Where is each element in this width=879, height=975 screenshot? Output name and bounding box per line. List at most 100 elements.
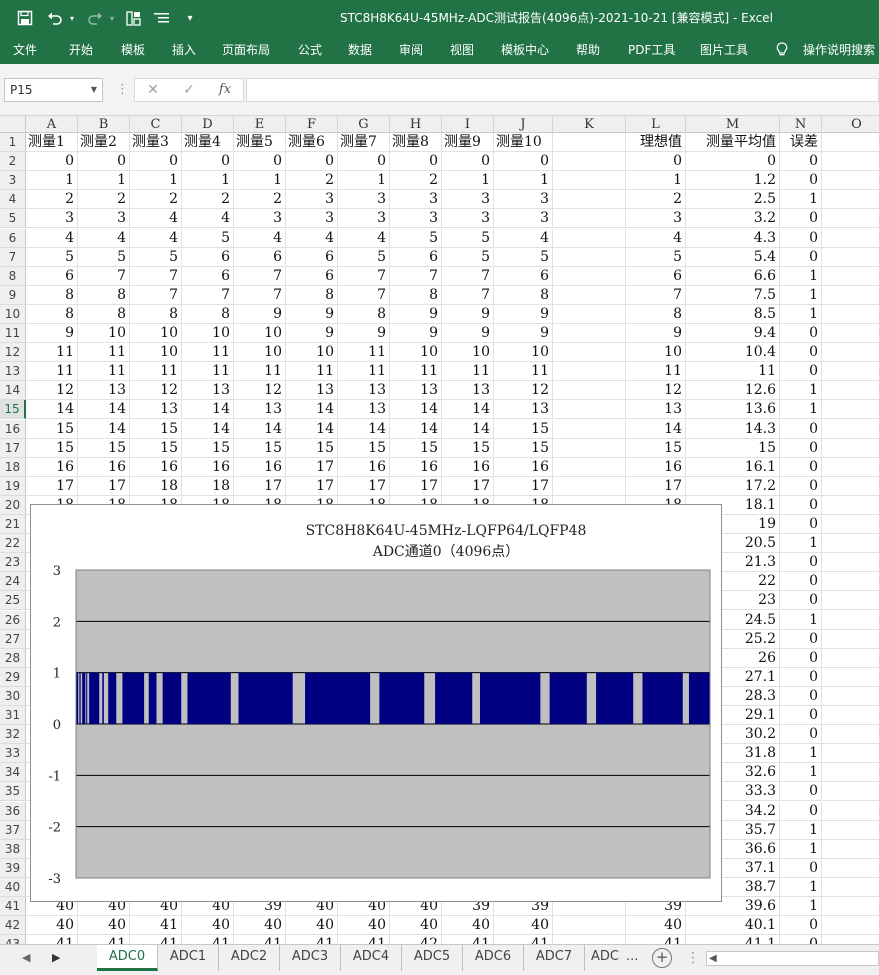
tab-file[interactable]: 文件: [13, 36, 37, 64]
cell-k43[interactable]: [553, 935, 626, 944]
cell-n34[interactable]: 1: [780, 763, 822, 782]
cell-j14[interactable]: 12: [494, 381, 553, 400]
cell-l1[interactable]: 理想值: [626, 133, 686, 152]
cell-a42[interactable]: 40: [26, 916, 78, 935]
cell-e6[interactable]: 4: [234, 229, 286, 248]
cell-l9[interactable]: 7: [626, 286, 686, 305]
select-all-corner[interactable]: [0, 116, 26, 133]
row-header-42[interactable]: 42: [0, 916, 26, 935]
cell-e4[interactable]: 2: [234, 190, 286, 209]
cell-m19[interactable]: 17.2: [686, 477, 780, 496]
cell-j1[interactable]: 测量10: [494, 133, 553, 152]
cell-g43[interactable]: 41: [338, 935, 390, 944]
cell-n24[interactable]: 0: [780, 572, 822, 591]
cell-h8[interactable]: 7: [390, 267, 442, 286]
cell-a16[interactable]: 15: [26, 420, 78, 439]
cell-h5[interactable]: 3: [390, 209, 442, 228]
cell-e10[interactable]: 9: [234, 305, 286, 324]
cell-k15[interactable]: [553, 400, 626, 419]
cell-m14[interactable]: 12.6: [686, 381, 780, 400]
sheet-tab-adc5[interactable]: ADC5: [402, 945, 463, 971]
row-header-4[interactable]: 4: [0, 190, 26, 209]
row-header-14[interactable]: 14: [0, 381, 26, 400]
cell-f42[interactable]: 40: [286, 916, 338, 935]
cell-n4[interactable]: 1: [780, 190, 822, 209]
cell-l19[interactable]: 17: [626, 477, 686, 496]
cell-m16[interactable]: 14.3: [686, 420, 780, 439]
column-header-a[interactable]: A: [26, 116, 78, 133]
cell-o39[interactable]: [822, 859, 879, 878]
cell-a5[interactable]: 3: [26, 209, 78, 228]
cell-l14[interactable]: 12: [626, 381, 686, 400]
cell-h15[interactable]: 14: [390, 400, 442, 419]
cell-m4[interactable]: 2.5: [686, 190, 780, 209]
cell-g12[interactable]: 11: [338, 343, 390, 362]
cell-j4[interactable]: 3: [494, 190, 553, 209]
cell-k13[interactable]: [553, 362, 626, 381]
cell-j8[interactable]: 6: [494, 267, 553, 286]
cell-o42[interactable]: [822, 916, 879, 935]
cell-b4[interactable]: 2: [78, 190, 130, 209]
row-header-30[interactable]: 30: [0, 687, 26, 706]
cell-b6[interactable]: 4: [78, 229, 130, 248]
cell-h18[interactable]: 16: [390, 458, 442, 477]
cell-n19[interactable]: 0: [780, 477, 822, 496]
cell-o43[interactable]: [822, 935, 879, 944]
cell-i5[interactable]: 3: [442, 209, 494, 228]
cell-g6[interactable]: 4: [338, 229, 390, 248]
cell-e5[interactable]: 3: [234, 209, 286, 228]
cell-n29[interactable]: 0: [780, 668, 822, 687]
cell-o12[interactable]: [822, 343, 879, 362]
tab-review[interactable]: 审阅: [399, 36, 423, 64]
cell-o34[interactable]: [822, 763, 879, 782]
cell-i43[interactable]: 41: [442, 935, 494, 944]
row-header-27[interactable]: 27: [0, 630, 26, 649]
cell-m17[interactable]: 15: [686, 439, 780, 458]
cell-i14[interactable]: 13: [442, 381, 494, 400]
row-header-18[interactable]: 18: [0, 458, 26, 477]
cell-e15[interactable]: 13: [234, 400, 286, 419]
cell-g3[interactable]: 1: [338, 171, 390, 190]
cell-d8[interactable]: 6: [182, 267, 234, 286]
cell-e42[interactable]: 40: [234, 916, 286, 935]
cell-j42[interactable]: 40: [494, 916, 553, 935]
row-header-33[interactable]: 33: [0, 744, 26, 763]
cell-a4[interactable]: 2: [26, 190, 78, 209]
cell-f14[interactable]: 13: [286, 381, 338, 400]
row-header-12[interactable]: 12: [0, 343, 26, 362]
cell-b10[interactable]: 8: [78, 305, 130, 324]
cell-e2[interactable]: 0: [234, 152, 286, 171]
cell-e18[interactable]: 16: [234, 458, 286, 477]
cell-o16[interactable]: [822, 420, 879, 439]
cell-m11[interactable]: 9.4: [686, 324, 780, 343]
cell-d13[interactable]: 11: [182, 362, 234, 381]
cell-d1[interactable]: 测量4: [182, 133, 234, 152]
cell-c16[interactable]: 15: [130, 420, 182, 439]
cell-i16[interactable]: 14: [442, 420, 494, 439]
cell-l12[interactable]: 10: [626, 343, 686, 362]
cell-k9[interactable]: [553, 286, 626, 305]
formula-input[interactable]: [246, 78, 879, 102]
cell-n43[interactable]: 0: [780, 935, 822, 944]
row-header-41[interactable]: 41: [0, 897, 26, 916]
cell-c3[interactable]: 1: [130, 171, 182, 190]
cell-b42[interactable]: 40: [78, 916, 130, 935]
cell-o21[interactable]: [822, 515, 879, 534]
cell-i10[interactable]: 9: [442, 305, 494, 324]
cell-l10[interactable]: 8: [626, 305, 686, 324]
sheet-tab-adc3[interactable]: ADC3: [280, 945, 341, 971]
cell-o35[interactable]: [822, 782, 879, 801]
cell-k5[interactable]: [553, 209, 626, 228]
cell-j3[interactable]: 1: [494, 171, 553, 190]
cell-j18[interactable]: 16: [494, 458, 553, 477]
cell-o40[interactable]: [822, 878, 879, 897]
name-box[interactable]: P15 ▼: [4, 78, 103, 102]
cell-n42[interactable]: 0: [780, 916, 822, 935]
cell-d6[interactable]: 5: [182, 229, 234, 248]
cell-j19[interactable]: 17: [494, 477, 553, 496]
cell-a14[interactable]: 12: [26, 381, 78, 400]
cell-o33[interactable]: [822, 744, 879, 763]
cell-n30[interactable]: 0: [780, 687, 822, 706]
column-header-f[interactable]: F: [286, 116, 338, 133]
column-header-g[interactable]: G: [338, 116, 390, 133]
